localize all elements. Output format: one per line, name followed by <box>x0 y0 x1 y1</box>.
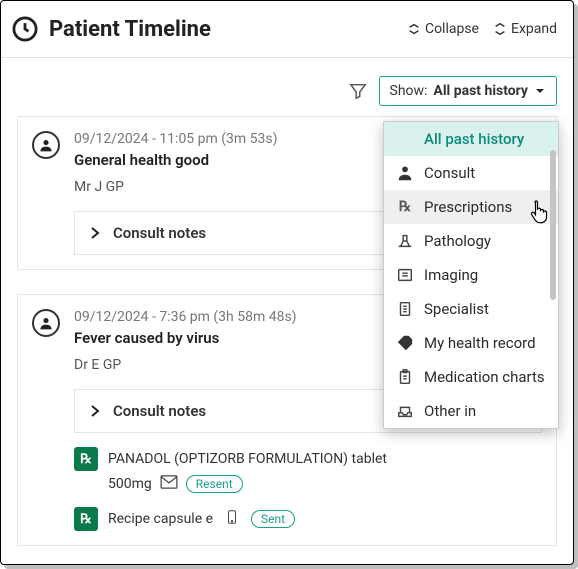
dropdown-item-label: My health record <box>424 334 536 352</box>
tag-icon <box>396 334 414 352</box>
dropdown-scrollbar[interactable] <box>550 150 556 300</box>
rx-dose: 500mg <box>108 476 152 492</box>
dropdown-item-pathology[interactable]: Pathology <box>384 224 558 258</box>
clock-icon <box>11 15 39 43</box>
show-value: All past history <box>433 83 528 99</box>
avatar-icon <box>32 131 60 159</box>
tray-icon <box>396 402 414 420</box>
dropdown-item-imaging[interactable]: Imaging <box>384 258 558 292</box>
page-title: Patient Timeline <box>49 17 393 42</box>
rx-name: Recipe capsule e <box>108 511 213 527</box>
expand-label: Expand <box>511 21 557 37</box>
dropdown-item-label: Consult <box>424 164 475 182</box>
show-prefix: Show: <box>390 83 428 99</box>
collapse-label: Collapse <box>425 21 479 37</box>
avatar-icon <box>32 309 60 337</box>
doc-icon <box>396 300 414 318</box>
flask-icon <box>396 232 414 250</box>
rx-status-badge: Resent <box>186 475 243 493</box>
dropdown-item-medication-charts[interactable]: Medication charts <box>384 360 558 394</box>
dropdown-item-label: Prescriptions <box>424 198 512 216</box>
dropdown-item-my-health-record[interactable]: My health record <box>384 326 558 360</box>
dropdown-item-specialist[interactable]: Specialist <box>384 292 558 326</box>
person-icon <box>396 164 414 182</box>
rx-line: ℞ Recipe capsule e Sent <box>74 507 542 531</box>
expand-button[interactable]: Expand <box>493 21 557 37</box>
mail-icon <box>160 475 178 493</box>
show-filter-dropdown[interactable]: All past history Consult ℞ Prescriptions Pat… <box>383 121 559 429</box>
rx-line: ℞ PANADOL (OPTIZORB FORMULATION) tablet <box>74 447 542 471</box>
dropdown-item-label: Other in <box>424 402 476 420</box>
show-filter-select[interactable]: Show: All past history <box>379 76 558 106</box>
dropdown-item-label: Medication charts <box>424 368 545 386</box>
chevron-down-icon <box>534 85 546 97</box>
rx-icon: ℞ <box>74 447 98 471</box>
chevron-right-icon <box>89 226 101 240</box>
rx-icon: ℞ <box>74 507 98 531</box>
clipboard-icon <box>396 368 414 386</box>
chevron-right-icon <box>89 404 101 418</box>
collapse-button[interactable]: Collapse <box>407 21 479 37</box>
rx-status-badge: Sent <box>251 510 295 528</box>
rx-name: PANADOL (OPTIZORB FORMULATION) tablet <box>108 451 387 467</box>
dropdown-item-label: Specialist <box>424 300 489 318</box>
filter-icon[interactable] <box>349 82 367 100</box>
rx-dose-row: 500mg Resent <box>108 475 542 493</box>
dropdown-item-label: All past history <box>424 130 524 148</box>
consult-notes-label: Consult notes <box>113 402 206 420</box>
dropdown-item-prescriptions[interactable]: ℞ Prescriptions <box>384 190 558 224</box>
rx-icon: ℞ <box>396 198 414 216</box>
xray-icon <box>396 266 414 284</box>
phone-icon <box>223 510 241 528</box>
blank-icon <box>396 130 414 148</box>
dropdown-item-other-in[interactable]: Other in <box>384 394 558 428</box>
dropdown-item-label: Pathology <box>424 232 491 250</box>
dropdown-item-label: Imaging <box>424 266 478 284</box>
dropdown-item-consult[interactable]: Consult <box>384 156 558 190</box>
dropdown-item-all-past-history[interactable]: All past history <box>384 122 558 156</box>
consult-notes-label: Consult notes <box>113 224 206 242</box>
